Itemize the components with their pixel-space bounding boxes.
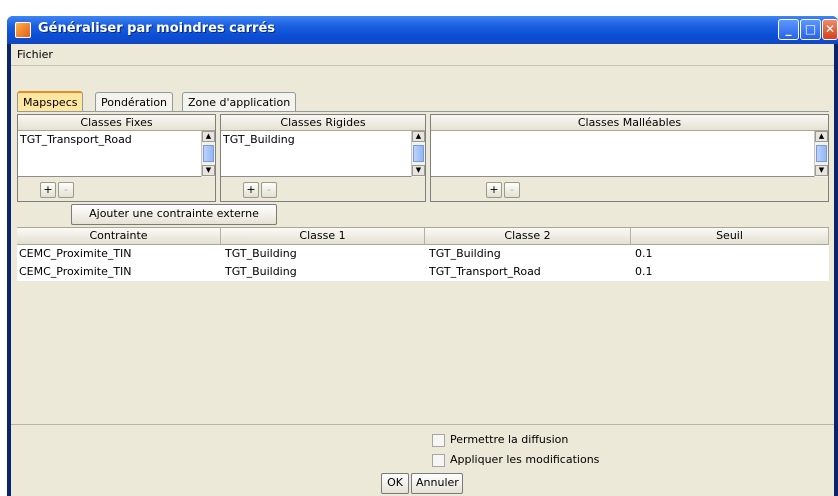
table-cell: TGT_Building (429, 247, 501, 260)
table-cell: TGT_Transport_Road (429, 265, 541, 278)
classes-malleables-panel: Classes Malléables ▲ ▼ + - (430, 114, 829, 202)
table-cell: CEMC_Proximite_TIN (19, 247, 132, 260)
scroll-down-icon[interactable]: ▼ (412, 165, 425, 176)
classes-malleables-list[interactable]: ▲ ▼ (431, 131, 828, 177)
bottom-panel: Permettre la diffusion Appliquer les mod… (11, 424, 834, 496)
diffusion-checkbox[interactable] (432, 433, 445, 447)
table-cell: 0.1 (635, 265, 653, 278)
column-header-classe2[interactable]: Classe 2 (425, 228, 631, 245)
apply-label: Appliquer les modifications (450, 453, 600, 466)
list-item[interactable]: TGT_Transport_Road (20, 133, 132, 146)
window-title: Généraliser par moindres carrés (38, 21, 276, 36)
scrollbar[interactable]: ▲ ▼ (814, 131, 828, 177)
column-header-seuil[interactable]: Seuil (631, 228, 829, 245)
list-item[interactable]: TGT_Building (223, 133, 295, 146)
scrollbar[interactable]: ▲ ▼ (411, 131, 425, 177)
close-button[interactable]: ✕ (822, 19, 838, 40)
add-malleable-button[interactable]: + (486, 182, 502, 198)
scroll-up-icon[interactable]: ▲ (202, 131, 215, 142)
scroll-thumb[interactable] (816, 145, 827, 162)
ok-button[interactable]: OK (381, 473, 409, 494)
scroll-down-icon[interactable]: ▼ (202, 165, 215, 176)
apply-option[interactable]: Appliquer les modifications (432, 453, 599, 467)
add-fixe-button[interactable]: + (40, 182, 56, 198)
scroll-up-icon[interactable]: ▲ (412, 131, 425, 142)
classes-rigides-list[interactable]: TGT_Building ▲ ▼ (221, 131, 425, 177)
constraints-table: Contrainte Classe 1 Classe 2 Seuil CEMC_… (17, 227, 829, 451)
tab-panel-mapspecs: Classes Fixes TGT_Transport_Road ▲ ▼ + -… (17, 111, 829, 451)
table-row[interactable]: CEMC_Proximite_TIN TGT_Building TGT_Tran… (17, 263, 829, 281)
remove-rigide-button[interactable]: - (261, 182, 277, 198)
dialog-body: Fichier Mapspecs Pondération Zone d'appl… (11, 44, 834, 496)
column-header-contrainte[interactable]: Contrainte (17, 228, 221, 245)
minimize-button[interactable]: _ (778, 19, 799, 40)
cancel-button[interactable]: Annuler (411, 473, 463, 494)
title-bar[interactable]: Généraliser par moindres carrés _ □ ✕ (7, 16, 838, 44)
classes-fixes-list[interactable]: TGT_Transport_Road ▲ ▼ (18, 131, 215, 177)
classes-malleables-header: Classes Malléables (431, 115, 828, 131)
apply-checkbox[interactable] (432, 453, 445, 467)
diffusion-label: Permettre la diffusion (450, 433, 569, 446)
classes-fixes-panel: Classes Fixes TGT_Transport_Road ▲ ▼ + - (17, 114, 216, 202)
classes-rigides-panel: Classes Rigides TGT_Building ▲ ▼ + - (220, 114, 426, 202)
tab-zone-application[interactable]: Zone d'application (182, 92, 297, 111)
tab-mapspecs[interactable]: Mapspecs (17, 91, 84, 111)
scroll-thumb[interactable] (413, 145, 424, 162)
remove-malleable-button[interactable]: - (504, 182, 520, 198)
add-external-constraint-button[interactable]: Ajouter une contrainte externe (71, 204, 277, 225)
dialog-window: Généraliser par moindres carrés _ □ ✕ Fi… (7, 16, 838, 496)
classes-fixes-header: Classes Fixes (18, 115, 215, 131)
remove-fixe-button[interactable]: - (58, 182, 74, 198)
table-cell: CEMC_Proximite_TIN (19, 265, 132, 278)
table-header: Contrainte Classe 1 Classe 2 Seuil (17, 228, 829, 245)
table-cell: TGT_Building (225, 265, 297, 278)
column-header-classe1[interactable]: Classe 1 (221, 228, 425, 245)
add-rigide-button[interactable]: + (243, 182, 259, 198)
tab-ponderation[interactable]: Pondération (95, 92, 174, 111)
scroll-thumb[interactable] (203, 145, 214, 162)
menu-bar: Fichier (11, 44, 834, 66)
table-cell: TGT_Building (225, 247, 297, 260)
scrollbar[interactable]: ▲ ▼ (201, 131, 215, 177)
table-row[interactable]: CEMC_Proximite_TIN TGT_Building TGT_Buil… (17, 245, 829, 263)
maximize-button[interactable]: □ (800, 19, 821, 40)
table-cell: 0.1 (635, 247, 653, 260)
scroll-up-icon[interactable]: ▲ (815, 131, 828, 142)
scroll-down-icon[interactable]: ▼ (815, 165, 828, 176)
classes-rigides-header: Classes Rigides (221, 115, 425, 131)
diffusion-option[interactable]: Permettre la diffusion (432, 433, 568, 447)
menu-fichier[interactable]: Fichier (17, 48, 53, 61)
app-icon (15, 22, 31, 38)
